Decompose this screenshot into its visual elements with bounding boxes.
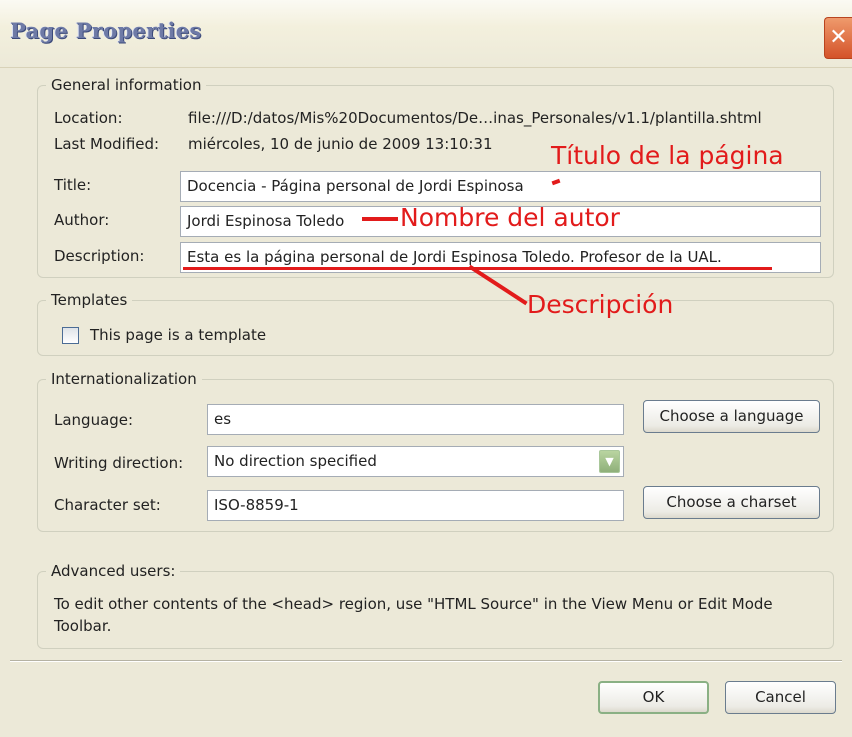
divider [10, 660, 842, 661]
dialog-title: Page Properties [10, 18, 202, 43]
last-modified-label: Last Modified: [54, 135, 160, 153]
annotation-titulo: Título de la página [551, 141, 784, 170]
annotation-autor-line [362, 217, 398, 221]
templates-legend: Templates [51, 291, 128, 309]
internationalization-legend: Internationalization [51, 370, 197, 388]
title-bar[interactable]: Page Properties ✕ [0, 0, 852, 68]
annotation-autor: Nombre del autor [400, 203, 620, 232]
advanced-users-text: To edit other contents of the <head> reg… [54, 595, 773, 635]
author-label: Author: [54, 211, 110, 229]
annotation-descripcion: Descripción [527, 290, 674, 319]
language-label: Language: [54, 411, 134, 429]
chevron-down-icon[interactable]: ▼ [599, 450, 620, 473]
page-properties-dialog: Page Properties ✕ General information Lo… [0, 0, 852, 737]
title-label: Title: [54, 176, 92, 194]
writing-direction-value: No direction specified [214, 452, 377, 470]
template-checkbox[interactable] [62, 327, 79, 344]
choose-charset-button[interactable]: Choose a charset [643, 486, 820, 519]
templates-group: Templates [37, 291, 834, 356]
location-label: Location: [54, 109, 123, 127]
writing-direction-label: Writing direction: [54, 454, 184, 472]
character-set-field[interactable]: ISO-8859-1 [207, 490, 624, 521]
close-button[interactable]: ✕ [824, 17, 852, 59]
choose-language-button[interactable]: Choose a language [643, 400, 820, 433]
description-label: Description: [54, 247, 145, 265]
template-checkbox-label[interactable]: This page is a template [90, 326, 266, 344]
writing-direction-select[interactable]: No direction specified ▼ [207, 446, 624, 477]
general-information-legend: General information [51, 76, 202, 94]
last-modified-value: miércoles, 10 de junio de 2009 13:10:31 [188, 135, 493, 153]
title-field[interactable]: Docencia - Página personal de Jordi Espi… [180, 171, 821, 202]
language-field[interactable]: es [207, 404, 624, 435]
cancel-button[interactable]: Cancel [725, 681, 836, 714]
character-set-label: Character set: [54, 496, 161, 514]
advanced-users-legend: Advanced users: [51, 562, 176, 580]
location-value: file:///D:/datos/Mis%20Documentos/De…ina… [188, 109, 762, 127]
ok-button[interactable]: OK [598, 681, 709, 714]
